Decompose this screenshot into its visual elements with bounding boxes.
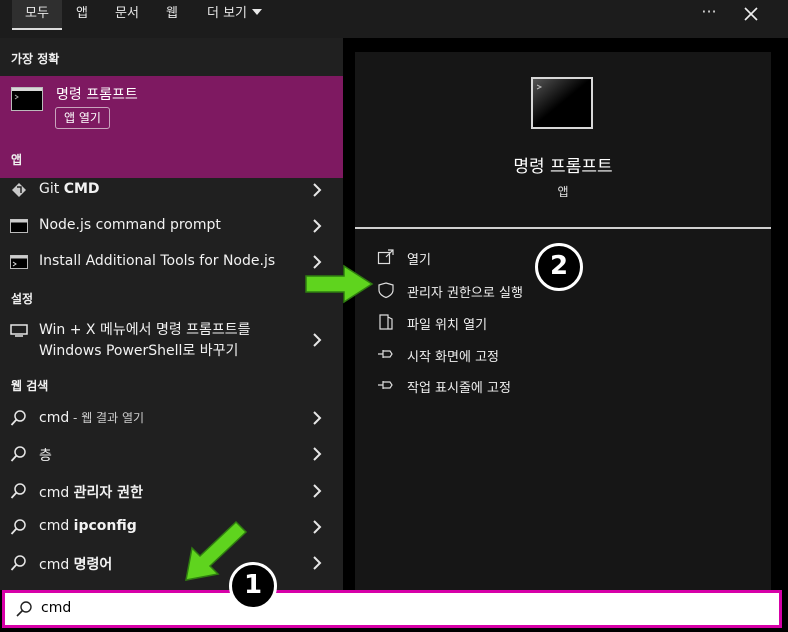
chevron-right-icon xyxy=(313,447,322,461)
close-icon xyxy=(744,7,758,21)
web-item[interactable]: cmd - 웹 결과 열기 xyxy=(0,401,343,435)
chevron-down-icon xyxy=(252,9,263,15)
chevron-right-icon xyxy=(313,484,322,498)
action-label: 관리자 권한으로 실행 xyxy=(407,286,523,301)
app-item-label: Node.js command prompt xyxy=(39,217,221,233)
best-match-title: 명령 프롬프트 xyxy=(56,87,138,103)
chevron-right-icon xyxy=(313,520,322,534)
cmd-icon xyxy=(10,255,28,269)
close-button[interactable] xyxy=(737,3,765,25)
green-arrow-annotation xyxy=(305,264,374,304)
file-location-icon xyxy=(379,314,393,330)
web-search-heading: 웹 검색 xyxy=(11,379,49,393)
app-item-nodejs-prompt[interactable]: Node.js command prompt xyxy=(0,209,343,243)
settings-item-label: Win + X 메뉴에서 명령 프롬프트를 Windows PowerShell… xyxy=(39,322,251,359)
action-label: 열기 xyxy=(407,253,431,268)
open-icon xyxy=(377,249,394,265)
search-icon xyxy=(10,519,26,535)
shield-icon xyxy=(378,282,394,299)
web-item-label: cmd ipconfig xyxy=(39,518,137,534)
best-match-heading: 가장 정확 xyxy=(11,52,60,66)
chevron-right-icon xyxy=(313,333,322,347)
web-item[interactable]: cmd ipconfig xyxy=(0,510,343,544)
pin-icon xyxy=(378,350,393,358)
divider xyxy=(355,227,771,229)
top-tab-bar: 모두 앱 문서 웹 더 보기 ··· xyxy=(0,0,788,38)
tab-documents[interactable]: 문서 xyxy=(115,0,139,30)
settings-heading: 설정 xyxy=(11,292,34,306)
cmd-icon xyxy=(531,77,593,129)
tab-apps[interactable]: 앱 xyxy=(76,0,88,30)
web-item[interactable]: cmd 명령어 xyxy=(0,546,343,580)
action-label: 파일 위치 열기 xyxy=(407,318,488,333)
results-panel: 가장 정확 명령 프롬프트 앱 열기 앱 Git CMD Node.js com… xyxy=(0,38,343,590)
step-badge-2: 2 xyxy=(535,243,583,291)
chevron-right-icon xyxy=(313,219,322,233)
app-item-label: Install Additional Tools for Node.js xyxy=(39,253,276,269)
web-item-label: cmd 관리자 권한 xyxy=(39,485,143,501)
chevron-right-icon xyxy=(313,411,322,425)
tab-more-label: 더 보기 xyxy=(207,6,248,21)
step-badge-1: 1 xyxy=(229,562,277,610)
git-icon xyxy=(12,183,26,197)
cmd-icon xyxy=(10,219,28,233)
search-icon xyxy=(10,410,26,426)
search-icon xyxy=(16,601,32,617)
web-item-label: cmd 명령어 xyxy=(39,557,113,573)
chevron-right-icon xyxy=(313,556,322,570)
app-item-git-cmd[interactable]: Git CMD xyxy=(0,173,343,207)
apps-heading: 앱 xyxy=(11,153,23,167)
cmd-icon xyxy=(11,87,43,111)
best-match-item[interactable]: 명령 프롬프트 앱 열기 xyxy=(0,76,343,178)
search-icon xyxy=(10,555,26,571)
detail-title: 명령 프롬프트 xyxy=(513,157,613,177)
chevron-right-icon xyxy=(313,183,322,197)
tab-more[interactable]: 더 보기 xyxy=(207,0,263,30)
monitor-icon xyxy=(10,324,28,337)
app-item-install-tools[interactable]: Install Additional Tools for Node.js xyxy=(0,245,343,279)
action-label: 시작 화면에 고정 xyxy=(407,350,499,365)
pin-icon xyxy=(378,381,393,389)
app-item-label: Git CMD xyxy=(39,181,100,197)
detail-subtitle: 앱 xyxy=(557,185,569,199)
search-input[interactable]: cmd xyxy=(41,600,71,616)
web-item-label: 층 xyxy=(39,448,52,464)
web-item[interactable]: cmd 관리자 권한 xyxy=(0,474,343,508)
web-item[interactable]: 층 xyxy=(0,437,343,471)
more-options-button[interactable]: ··· xyxy=(696,4,722,26)
search-icon xyxy=(10,446,26,462)
web-item-label: cmd - 웹 결과 열기 xyxy=(39,410,145,426)
action-label: 작업 표시줄에 고정 xyxy=(407,381,511,396)
search-icon xyxy=(10,483,26,499)
search-box[interactable]: cmd xyxy=(2,590,782,628)
settings-item[interactable]: Win + X 메뉴에서 명령 프롬프트를 Windows PowerShell… xyxy=(0,316,343,364)
tab-all[interactable]: 모두 xyxy=(12,0,62,30)
detail-panel: 명령 프롬프트 앱 열기 관리자 권한으로 실행 파일 위치 열기 시작 화면에… xyxy=(355,52,771,590)
open-app-button[interactable]: 앱 열기 xyxy=(55,107,110,129)
tab-web[interactable]: 웹 xyxy=(166,0,178,30)
